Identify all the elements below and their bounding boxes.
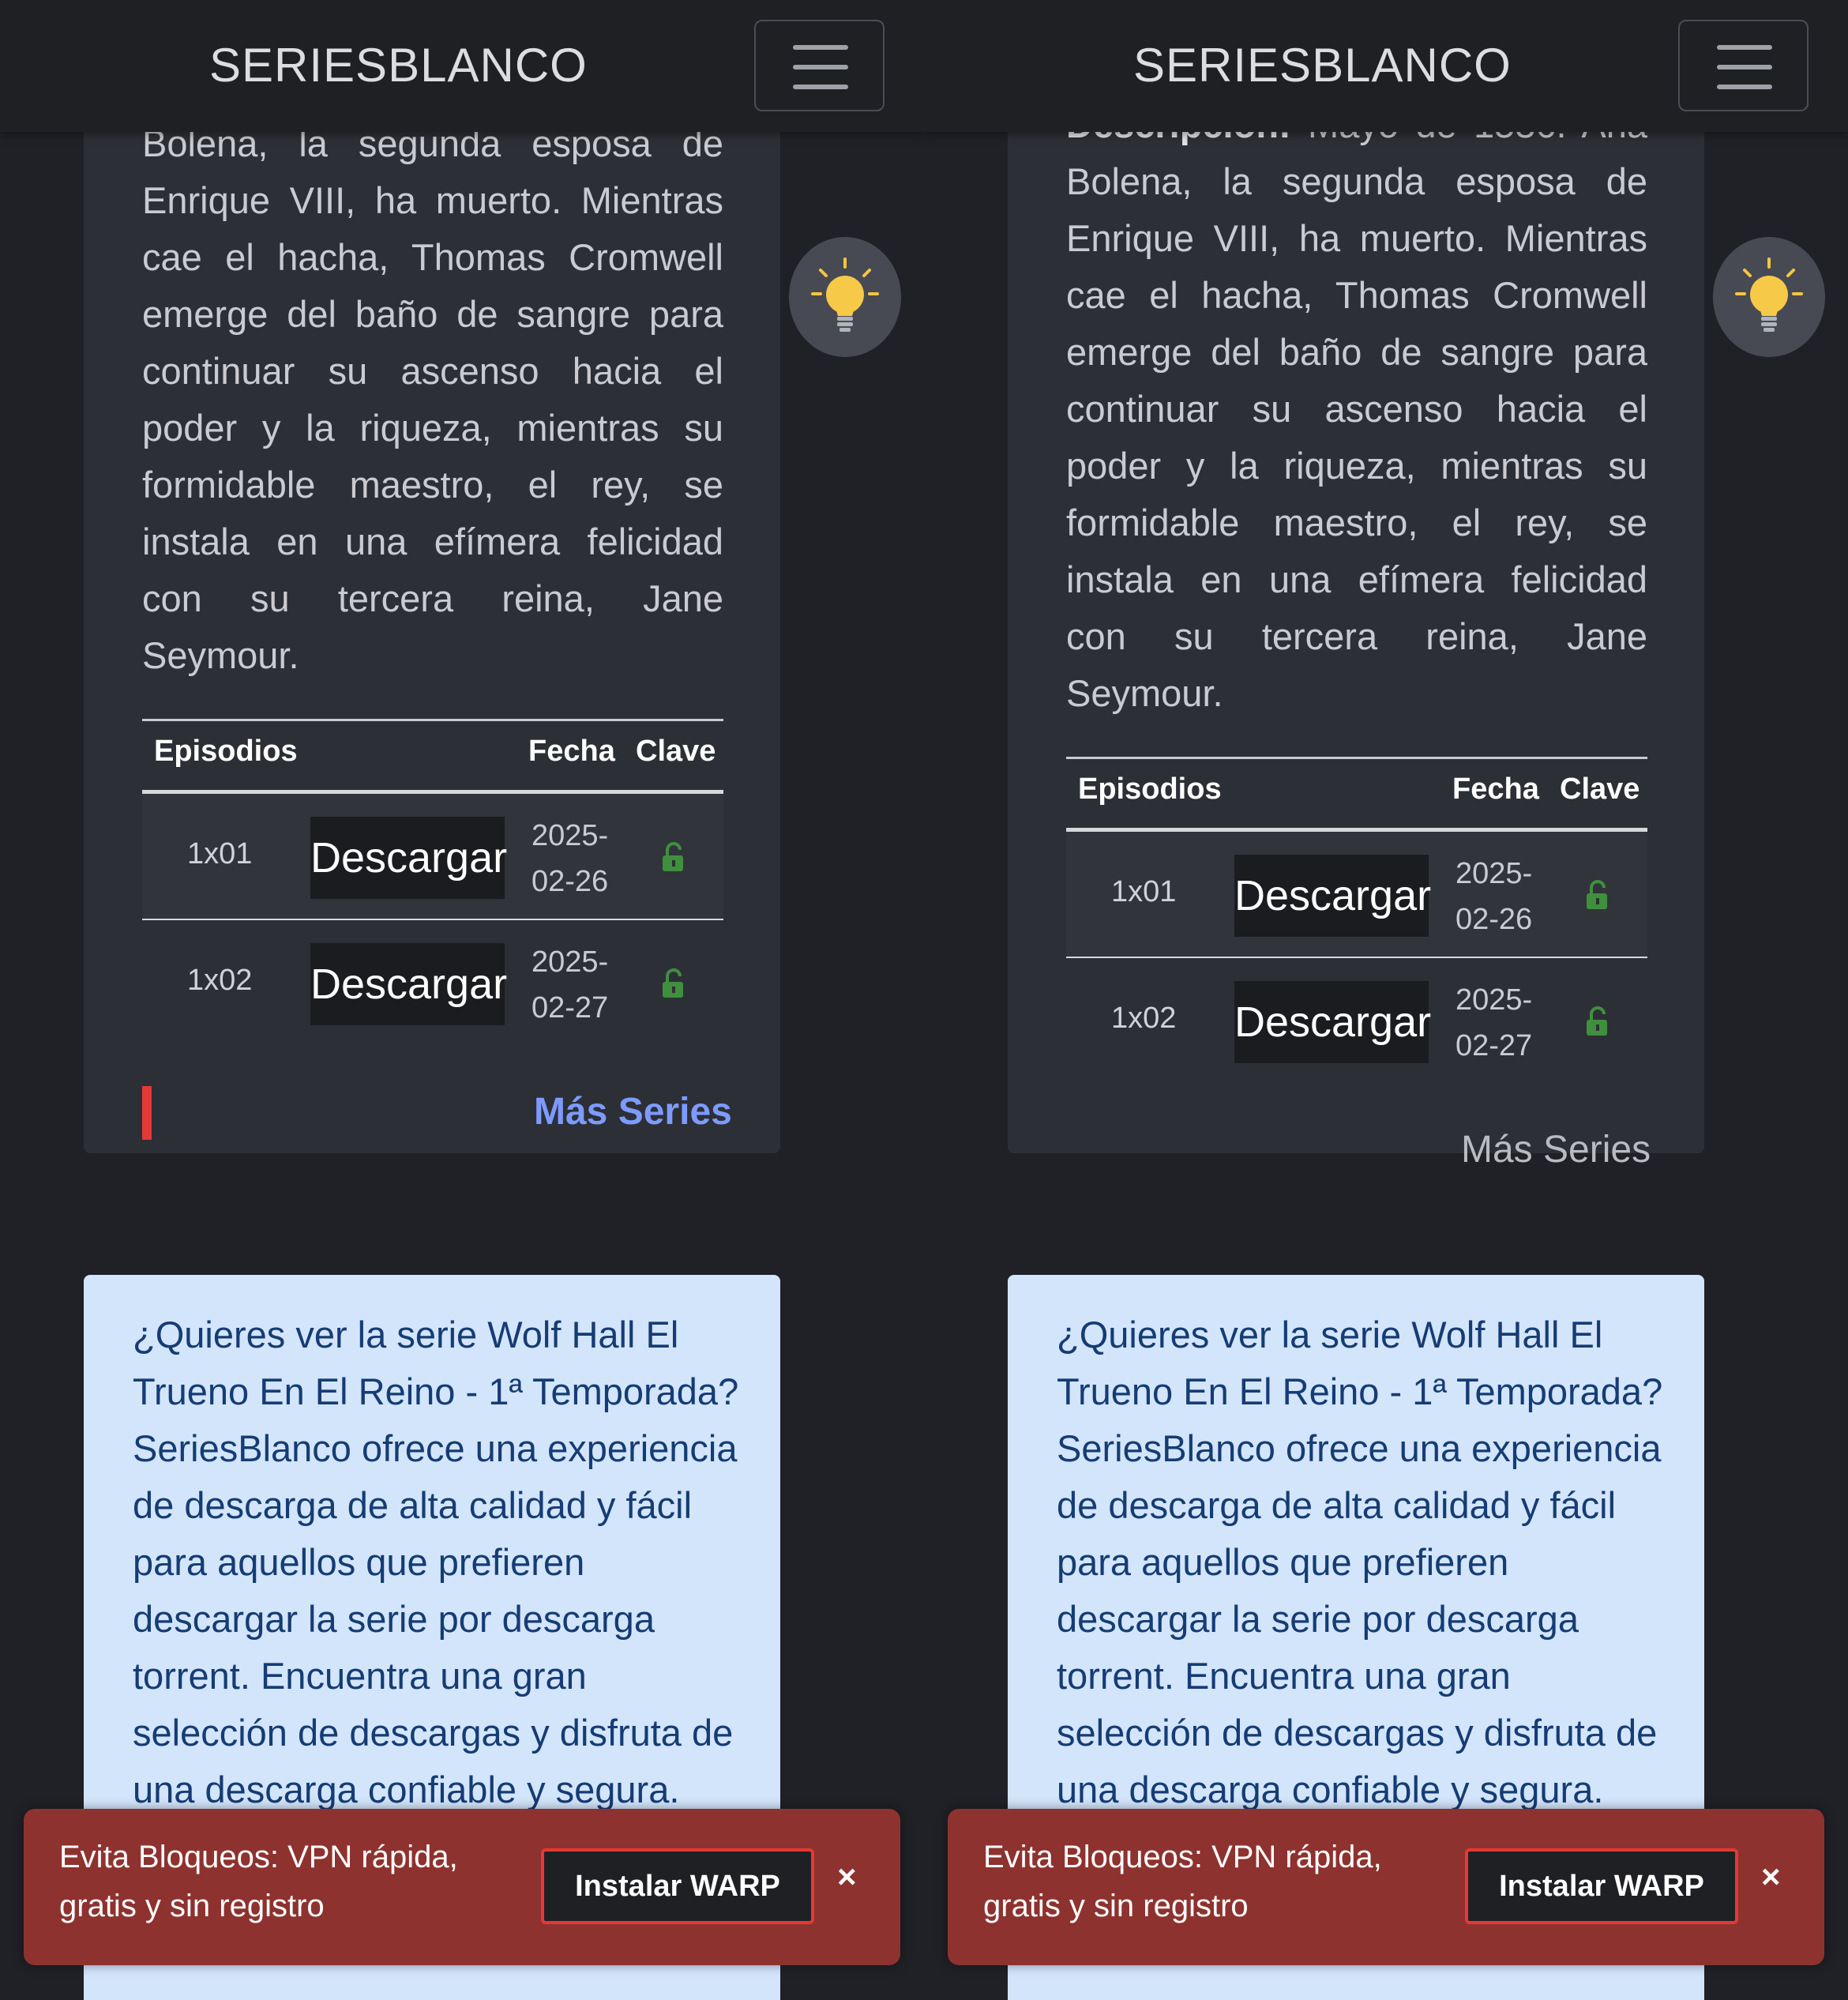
install-warp-button[interactable]: Instalar WARP [1465,1848,1738,1924]
episode-number: 1x02 [187,964,253,997]
unlock-icon [663,842,683,871]
header-episodios: Episodios [154,735,298,768]
info-text: ¿Quieres ver la serie Wolf Hall El Truen… [133,1314,739,1810]
brand-logo[interactable]: SERIESBLANCO [209,38,588,92]
banner-message: Evita Bloqueos: VPN rápida, gratis y sin… [983,1840,1382,1923]
episode-date: 2025- 02-26 [531,819,609,898]
episode-date: 2025- 02-27 [1455,983,1533,1062]
mas-series-link[interactable]: Más Series [1461,1128,1651,1171]
unlock-icon [1587,1006,1607,1036]
install-warp-button[interactable]: Instalar WARP [541,1848,814,1924]
table-row: 1x02 Descargar 2025- 02-27 [142,920,723,1047]
table-row: 1x01 Descargar 2025- 02-26 [142,794,723,920]
episode-number: 1x01 [187,837,253,870]
theme-toggle-button[interactable] [789,237,901,357]
vpn-banner: Evita Bloqueos: VPN rápida, gratis y sin… [948,1809,1824,1965]
episode-date: 2025- 02-26 [1455,857,1533,936]
navbar: SERIESBLANCO [924,0,1848,132]
brand-logo[interactable]: SERIESBLANCO [1133,38,1512,92]
menu-toggle-button[interactable] [1678,20,1809,111]
lightbulb-icon [1735,258,1803,332]
banner-message: Evita Bloqueos: VPN rápida, gratis y sin… [59,1840,458,1923]
unlock-icon [663,968,683,998]
header-clave: Clave [1560,773,1640,806]
close-icon[interactable]: × [837,1858,857,1896]
navbar: SERIESBLANCO [0,0,924,132]
table-row: 1x02 Descargar 2025- 02-27 [1066,958,1647,1085]
vpn-banner: Evita Bloqueos: VPN rápida, gratis y sin… [24,1809,900,1965]
download-button[interactable]: Descargar [1234,855,1431,937]
right-pane: Descripción: Mayo de 1536. Ana Bolena, l… [924,0,1848,2000]
header-clave: Clave [636,735,716,768]
header-fecha: Fecha [1452,773,1539,806]
theme-toggle-button[interactable] [1713,237,1825,357]
episode-date: 2025- 02-27 [531,945,609,1024]
episode-number: 1x02 [1111,1002,1177,1035]
accent-bar [142,1086,152,1140]
series-description: Descripción: Mayo de 1536. Ana Bolena, l… [1066,103,1647,714]
header-episodios: Episodios [1078,773,1222,806]
header-fecha: Fecha [528,735,615,768]
close-icon[interactable]: × [1761,1858,1781,1896]
menu-toggle-button[interactable] [754,20,885,111]
unlock-icon [1587,880,1607,909]
download-button[interactable]: Descargar [1234,981,1431,1063]
download-button[interactable]: Descargar [310,943,507,1025]
info-text: ¿Quieres ver la serie Wolf Hall El Truen… [1057,1314,1663,1810]
mas-series-link[interactable]: Más Series [534,1090,732,1133]
series-description: Bolena, la segunda esposa de Enrique VII… [142,122,723,676]
left-pane: Bolena, la segunda esposa de Enrique VII… [0,0,924,2000]
table-row: 1x01 Descargar 2025- 02-26 [1066,832,1647,958]
episode-number: 1x01 [1111,875,1177,908]
download-button[interactable]: Descargar [310,817,507,899]
lightbulb-icon [811,258,879,332]
hamburger-icon [1717,45,1772,50]
hamburger-icon [793,45,848,50]
